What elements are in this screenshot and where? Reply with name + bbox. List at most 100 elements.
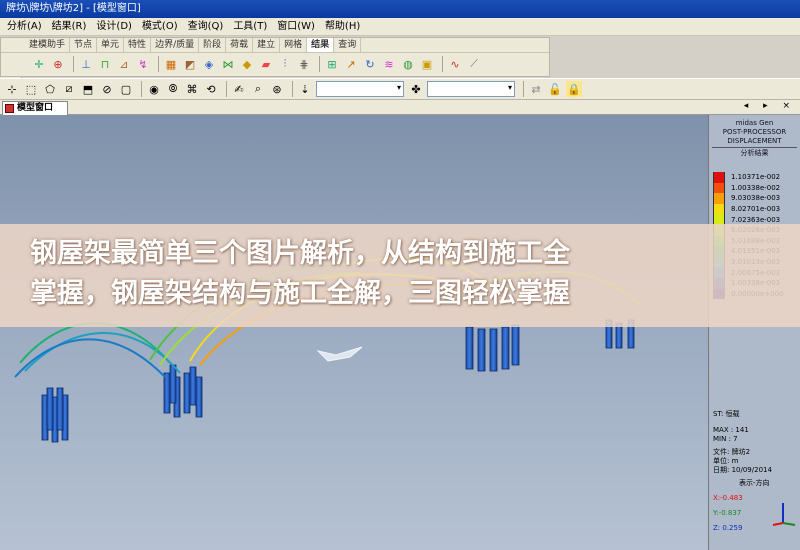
toolbar-tabs: 建模助手 节点 单元 特性 边界/质量 阶段 荷载 建立 网格 结果 查询 bbox=[1, 38, 549, 53]
axes-icon[interactable]: ✛ bbox=[31, 56, 47, 72]
legend-file: 文件: 牌坊2 bbox=[713, 448, 751, 456]
tab-property[interactable]: 特性 bbox=[124, 38, 152, 52]
thickness-icon[interactable]: ◩ bbox=[182, 56, 198, 72]
overlay-headline: 钢屋架最简单三个图片解析，从结构到施工全 掌握，钢屋架结构与施工全解，三图轻松掌… bbox=[30, 234, 790, 314]
legend-value: 7.02363e-003 bbox=[731, 215, 781, 224]
structure-model bbox=[14, 257, 641, 443]
tab-boundary-mass[interactable]: 边界/质量 bbox=[151, 38, 200, 52]
activate-icon[interactable]: ◉ bbox=[146, 81, 162, 97]
tab-model-window-label: 模型窗口 bbox=[17, 103, 54, 113]
legend-product: midas Gen bbox=[735, 119, 774, 127]
menu-query[interactable]: 查询(Q) bbox=[183, 18, 229, 36]
ribbon-toolbar: 建模助手 节点 单元 特性 边界/质量 阶段 荷载 建立 网格 结果 查询 ✛ … bbox=[0, 37, 550, 77]
legend-value: 1.10371e-002 bbox=[731, 173, 781, 182]
legend-row: 9.03038e-003 bbox=[713, 193, 783, 204]
tab-stage[interactable]: 阶段 bbox=[199, 38, 227, 52]
legend-max: MAX : 141 bbox=[713, 426, 749, 434]
tab-load[interactable]: 荷载 bbox=[226, 38, 254, 52]
node-icon[interactable]: ⊕ bbox=[50, 56, 66, 72]
coordinate-icon[interactable]: ⇣ bbox=[297, 81, 313, 97]
result-icon[interactable]: ◆ bbox=[239, 56, 255, 72]
toolbar-separator bbox=[73, 56, 74, 72]
toolbar-separator bbox=[226, 81, 227, 97]
layer-select[interactable]: ▾ bbox=[427, 81, 515, 97]
menu-design[interactable]: 设计(D) bbox=[91, 18, 137, 36]
contour-icon[interactable]: ▰ bbox=[258, 56, 274, 72]
moment-icon[interactable]: ↻ bbox=[362, 56, 378, 72]
toolbar-separator bbox=[523, 81, 524, 97]
unlock-icon[interactable]: 🔓 bbox=[547, 81, 563, 97]
legend-view-direction: 表示-方向 bbox=[739, 479, 770, 487]
legend-processor: POST-PROCESSOR bbox=[722, 128, 787, 136]
support-icon[interactable]: ⊿ bbox=[116, 56, 132, 72]
material-icon[interactable]: ◈ bbox=[201, 56, 217, 72]
legend-min: MIN : 7 bbox=[713, 435, 738, 443]
deform-icon[interactable]: ⫶ bbox=[277, 56, 293, 72]
tab-element[interactable]: 单元 bbox=[97, 38, 125, 52]
model-viewport[interactable] bbox=[0, 115, 708, 550]
menu-results[interactable]: 结果(R) bbox=[47, 18, 92, 36]
legend-st: ST: 恒载 bbox=[713, 410, 740, 418]
menu-tools[interactable]: 工具(T) bbox=[228, 18, 272, 36]
rotate-icon[interactable]: ⊛ bbox=[269, 81, 285, 97]
box-icon[interactable]: ▢ bbox=[118, 81, 134, 97]
overlay-line-2: 掌握，钢屋架结构与施工全解，三图轻松掌握 bbox=[30, 278, 570, 309]
stage-icon[interactable]: ⋈ bbox=[220, 56, 236, 72]
menu-window[interactable]: 窗口(W) bbox=[272, 18, 320, 36]
overlay-line-1: 钢屋架最简单三个图片解析，从结构到施工全 bbox=[30, 238, 570, 269]
window-select-icon[interactable]: ⬚ bbox=[23, 81, 39, 97]
ribbon-icon-row: ✛ ⊕ ⊥ ⊓ ⊿ ↯ ▦ ◩ ◈ ⋈ ◆ ▰ ⫶ ⋕ ⊞ ↗ ↻ ≋ ◍ ▣ … bbox=[1, 53, 549, 75]
chevron-down-icon: ▾ bbox=[507, 83, 512, 92]
inactive-icon[interactable]: ⦾ bbox=[165, 81, 181, 97]
select-icon[interactable]: ⊹ bbox=[4, 81, 20, 97]
tab-node[interactable]: 节点 bbox=[70, 38, 98, 52]
reaction-icon[interactable]: ⊞ bbox=[324, 56, 340, 72]
lock-icon[interactable]: 🔒 bbox=[566, 81, 582, 97]
tab-modeling-assistant[interactable]: 建模助手 bbox=[25, 38, 71, 52]
legend-date: 日期: 10/09/2014 bbox=[713, 466, 772, 474]
legend-swatch bbox=[713, 193, 725, 204]
tab-navigation[interactable]: ◂ ▸ × bbox=[744, 101, 796, 111]
tab-mesh[interactable]: 网格 bbox=[280, 38, 308, 52]
group-select[interactable]: ▾ bbox=[316, 81, 404, 97]
table-icon[interactable]: ▣ bbox=[419, 56, 435, 72]
toolbar-separator bbox=[319, 56, 320, 72]
document-tab-bar: 模型窗口 ◂ ▸ × bbox=[0, 100, 800, 115]
wave-icon[interactable]: ∿ bbox=[447, 56, 463, 72]
tab-query[interactable]: 查询 bbox=[334, 38, 362, 52]
column-group-left bbox=[41, 387, 69, 443]
unselect-icon[interactable]: ⊘ bbox=[99, 81, 115, 97]
move-icon[interactable]: ✤ bbox=[408, 81, 424, 97]
section-icon[interactable]: ▦ bbox=[163, 56, 179, 72]
beam-icon[interactable]: ⊓ bbox=[97, 56, 113, 72]
polygon-icon[interactable]: ⬠ bbox=[42, 81, 58, 97]
element-icon[interactable]: ⊥ bbox=[78, 56, 94, 72]
intersect-icon[interactable]: ⧄ bbox=[61, 81, 77, 97]
legend-row: 8.02701e-003 bbox=[713, 203, 783, 215]
link-icon[interactable]: ⇄ bbox=[528, 81, 544, 97]
window-title: 牌坊\牌坊\牌坊2] - [模型窗口] bbox=[0, 0, 800, 18]
all-icon[interactable]: ⌘ bbox=[184, 81, 200, 97]
tab-build[interactable]: 建立 bbox=[253, 38, 281, 52]
menu-analysis[interactable]: 分析(A) bbox=[2, 18, 47, 36]
stress-icon[interactable]: ≋ bbox=[381, 56, 397, 72]
pen-icon[interactable]: ⟋ bbox=[466, 56, 482, 72]
beam-detail-icon[interactable]: ◍ bbox=[400, 56, 416, 72]
force-icon[interactable]: ↗ bbox=[343, 56, 359, 72]
display-icon[interactable]: ⋕ bbox=[296, 56, 312, 72]
article-overlay-banner: 钢屋架最简单三个图片解析，从结构到施工全 掌握，钢屋架结构与施工全解，三图轻松掌… bbox=[0, 224, 800, 327]
tab-model-window[interactable]: 模型窗口 bbox=[2, 101, 68, 115]
toolbar-separator bbox=[292, 81, 293, 97]
legend-value: 1.00338e-002 bbox=[731, 183, 781, 192]
legend-unit: 单位: m bbox=[713, 457, 739, 465]
load-icon[interactable]: ↯ bbox=[135, 56, 151, 72]
legend-value: 8.02701e-003 bbox=[731, 205, 781, 214]
plane-icon[interactable]: ⬒ bbox=[80, 81, 96, 97]
menu-mode[interactable]: 模式(O) bbox=[137, 18, 183, 36]
invert-icon[interactable]: ⟲ bbox=[203, 81, 219, 97]
tab-results[interactable]: 结果 bbox=[307, 38, 335, 52]
menu-help[interactable]: 帮助(H) bbox=[320, 18, 365, 36]
hand-icon[interactable]: ✍ bbox=[231, 81, 247, 97]
zoom-icon[interactable]: ⌕ bbox=[250, 81, 266, 97]
detached-element bbox=[316, 346, 363, 362]
